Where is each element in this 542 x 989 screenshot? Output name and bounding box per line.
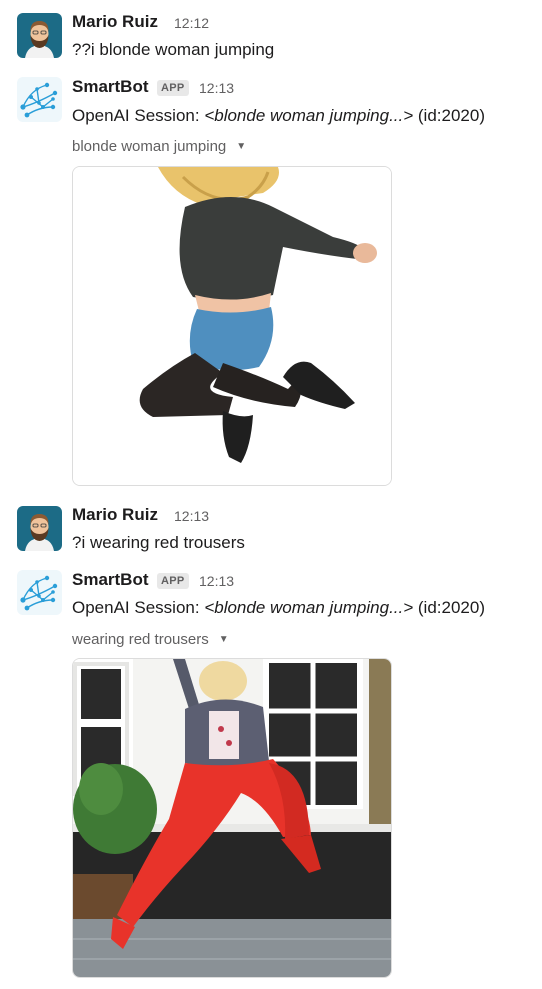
app-badge: APP (157, 573, 189, 589)
bearded-man-avatar-icon (17, 506, 62, 551)
avatar[interactable] (17, 570, 62, 615)
message-author[interactable]: Mario Ruiz (72, 505, 158, 525)
caret-down-icon[interactable]: ▼ (236, 141, 246, 152)
message-author[interactable]: SmartBot (72, 77, 149, 97)
session-id: (id:2020) (413, 106, 485, 125)
image-attachment-red-trousers[interactable] (72, 658, 392, 978)
bearded-man-avatar-icon (17, 13, 62, 58)
attachment-toggle[interactable]: wearing red trousers ▼ (72, 631, 229, 648)
attachment-label: blonde woman jumping (72, 138, 227, 155)
message-author[interactable]: Mario Ruiz (72, 12, 158, 32)
neural-network-avatar-icon (17, 570, 62, 615)
red-trousers-woman-image (73, 659, 391, 977)
attachment-toggle[interactable]: blonde woman jumping ▼ (72, 138, 246, 155)
session-name: <blonde woman jumping...> (204, 106, 414, 125)
session-name: <blonde woman jumping...> (204, 598, 414, 617)
message-text: OpenAI Session: <blonde woman jumping...… (72, 598, 485, 618)
jumping-woman-image (73, 167, 391, 485)
message-text-prefix: OpenAI Session: (72, 598, 205, 617)
session-id: (id:2020) (413, 598, 485, 617)
message-text: ?i wearing red trousers (72, 533, 245, 552)
message-timestamp[interactable]: 12:13 (199, 573, 234, 589)
caret-down-icon[interactable]: ▼ (219, 634, 229, 645)
avatar[interactable] (17, 13, 62, 58)
message-timestamp[interactable]: 12:13 (174, 508, 209, 524)
avatar[interactable] (17, 506, 62, 551)
app-badge: APP (157, 80, 189, 96)
image-attachment-jumping[interactable] (72, 166, 392, 486)
message-text: ??i blonde woman jumping (72, 40, 275, 59)
message-timestamp[interactable]: 12:12 (174, 15, 209, 31)
message-author[interactable]: SmartBot (72, 570, 149, 590)
avatar[interactable] (17, 77, 62, 122)
neural-network-avatar-icon (17, 77, 62, 122)
message-timestamp[interactable]: 12:13 (199, 80, 234, 96)
message-text: OpenAI Session: <blonde woman jumping...… (72, 106, 485, 126)
attachment-label: wearing red trousers (72, 631, 209, 648)
message-text-prefix: OpenAI Session: (72, 106, 205, 125)
